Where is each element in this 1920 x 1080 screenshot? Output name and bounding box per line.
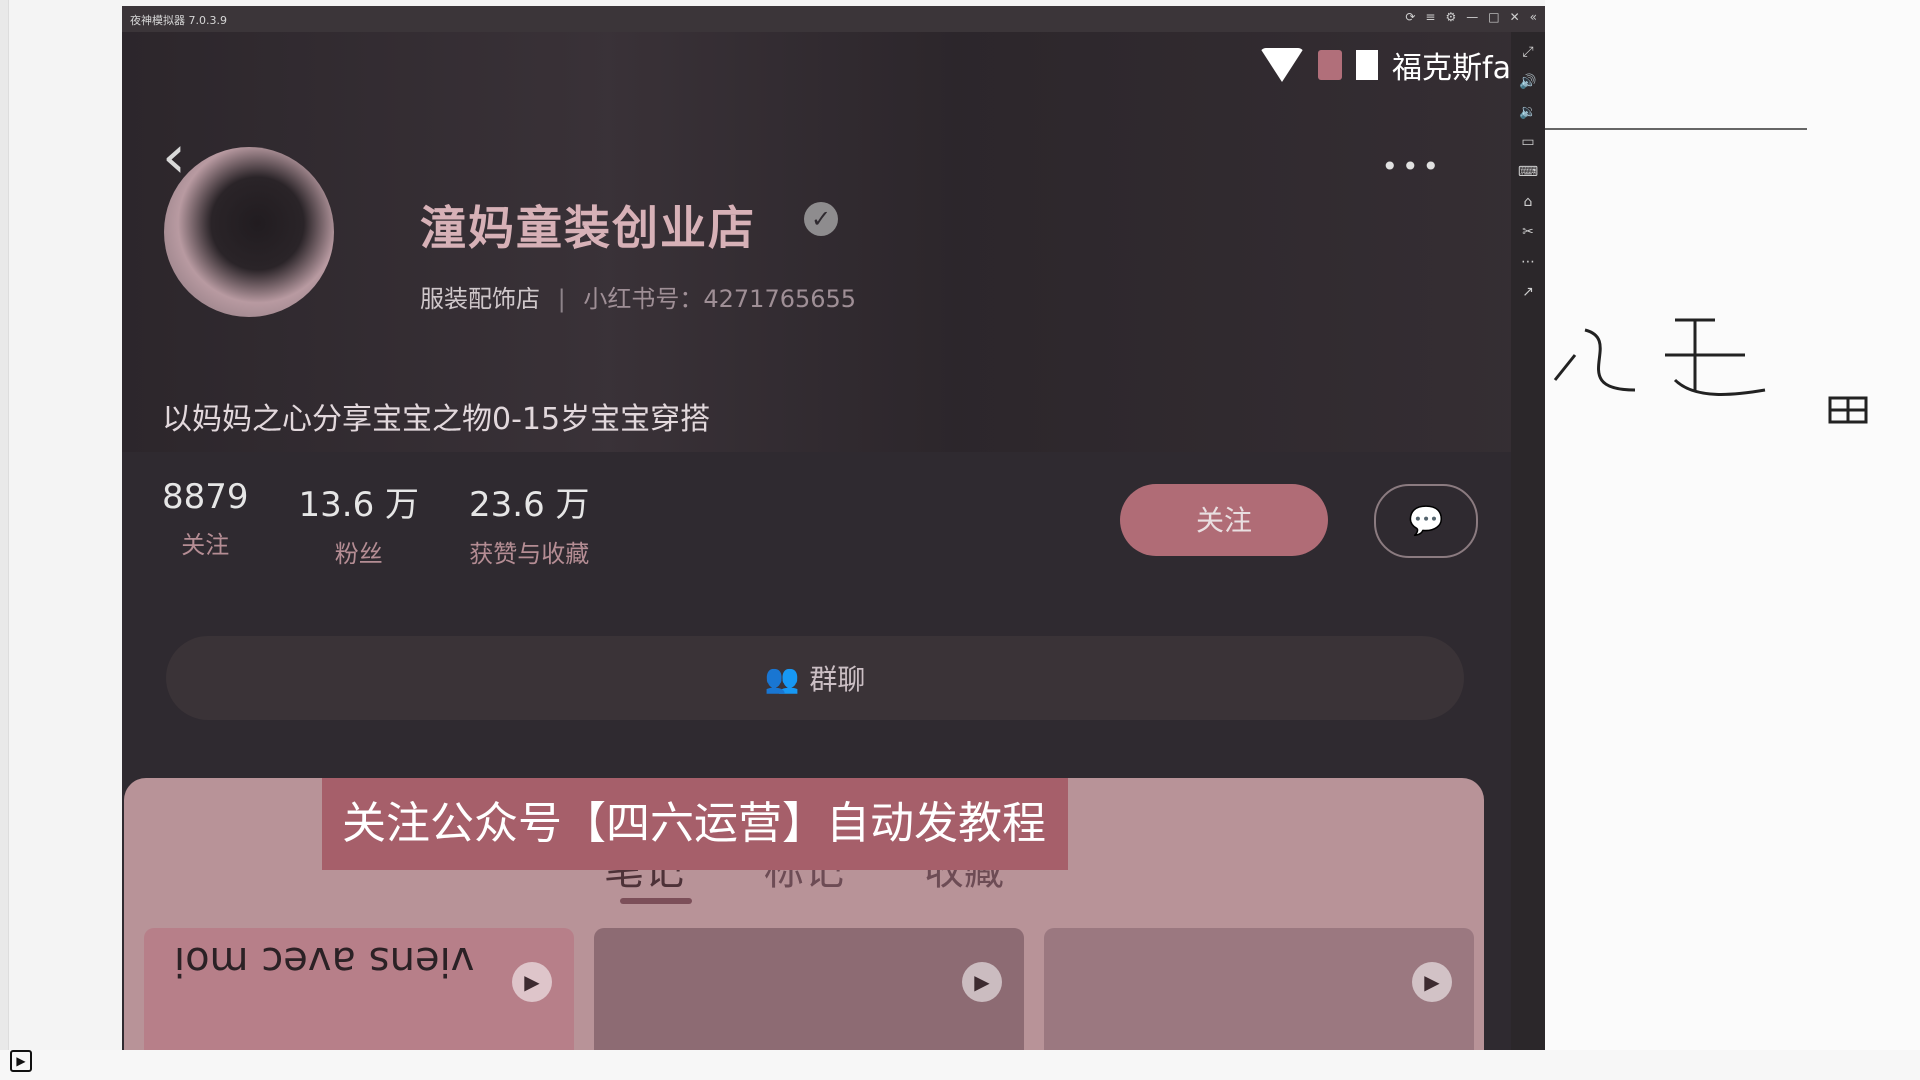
recording-icon[interactable]: ▶ [10,1050,32,1072]
shop-avatar[interactable] [164,147,334,317]
group-chat-label: 群聊 [809,663,866,696]
stat-followers[interactable]: 13.6 万 粉丝 [299,477,420,569]
play-icon: ▶ [1412,962,1452,1002]
stat-likes[interactable]: 23.6 万 获赞与收藏 [469,477,590,569]
volume-up-icon[interactable]: 🔊 [1519,74,1536,90]
settings-icon[interactable]: ⚙ [1445,10,1456,24]
xhs-id: 小红书号：4271765655 [583,285,857,313]
battery-icon [1356,50,1379,80]
meta-separator: | [557,285,566,313]
volume-down-icon[interactable]: 🔉 [1519,104,1536,120]
emulator-window: 夜神模拟器 7.0.3.9 ⟳ ≡ ⚙ — □ ✕ « 福克斯fa ‹ ••• … [122,6,1545,1050]
follow-button[interactable]: 关注 [1120,484,1328,556]
emulator-sidebar: ⤢ 🔊 🔉 ▭ ⌨ ⌂ ✂ ⋯ ↗ [1511,32,1545,1050]
refresh-icon[interactable]: ⟳ [1405,10,1415,24]
verified-badge-icon: ✓ [804,202,838,236]
profile-stats: 8879 关注 13.6 万 粉丝 23.6 万 获赞与收藏 [162,477,590,569]
status-overlay-text: 福克斯fa [1392,51,1511,86]
emulator-titlebar: 夜神模拟器 7.0.3.9 ⟳ ≡ ⚙ — □ ✕ « [122,6,1545,32]
group-chat-button[interactable]: 👥 群聊 [166,636,1464,720]
wifi-icon [1260,48,1305,82]
menu-icon[interactable]: ≡ [1425,10,1435,24]
stat-label: 关注 [181,531,230,559]
handwriting-doodle [1553,318,1766,396]
emulator-window-controls: ⟳ ≡ ⚙ — □ ✕ « [1405,10,1537,24]
stat-label: 获赞与收藏 [469,540,590,568]
whiteboard-line [1545,128,1807,130]
bottom-bar [0,1050,1920,1080]
more-options-icon[interactable]: ••• [1381,150,1443,183]
stat-value: 23.6 万 [469,485,590,525]
card-overlay-text: viens avec moi [174,938,475,984]
left-edge [0,0,9,1080]
shop-category: 服装配饰店 [420,285,540,313]
status-bar: 福克斯fa [1260,40,1511,90]
shop-name: 潼妈童装创业店 [420,201,756,255]
stat-value: 13.6 万 [298,485,420,525]
external-icon[interactable]: ↗ [1522,284,1534,300]
message-button[interactable]: 💬 [1374,484,1478,558]
expand-icon[interactable]: ⤢ [1522,44,1533,60]
more-icon[interactable]: ⋯ [1521,254,1535,270]
camera-icon[interactable]: ⌂ [1524,194,1533,210]
whiteboard-area [1545,0,1920,1050]
promo-banner: 关注公众号【四六运营】自动发教程 [322,778,1068,870]
tab-indicator [620,898,692,904]
minimize-icon[interactable]: — [1466,10,1478,24]
profile-bio: 以妈妈之心分享宝宝之物0-15岁宝宝穿搭 [162,402,711,437]
close-icon[interactable]: ✕ [1510,10,1520,24]
sim-icon [1318,50,1343,80]
android-screen: 福克斯fa ‹ ••• 潼妈童装创业店 ✓ 服装配饰店 | 小红书号：42717… [122,32,1511,1050]
note-card[interactable]: viens avec moi ▶ [144,928,574,1050]
maximize-icon[interactable]: □ [1488,10,1499,24]
shop-meta: 服装配饰店 | 小红书号：4271765655 [420,279,856,314]
stat-value: 8879 [162,477,249,517]
chat-bubble-icon: 💬 [1408,504,1444,537]
emulator-title: 夜神模拟器 7.0.3.9 [130,14,227,27]
play-icon: ▶ [512,962,552,1002]
play-icon: ▶ [962,962,1002,1002]
note-card[interactable]: ▶ [1044,928,1474,1050]
collapse-icon[interactable]: « [1530,10,1537,24]
notes-grid: viens avec moi ▶ ▶ ▶ [144,928,1474,1050]
handwriting-doodle-small [1828,396,1868,424]
scissors-icon[interactable]: ✂ [1522,224,1534,240]
stat-following[interactable]: 8879 关注 [162,477,249,569]
note-card[interactable]: ▶ [594,928,1024,1050]
screen-icon[interactable]: ▭ [1521,134,1534,150]
stat-label: 粉丝 [334,540,383,568]
keyboard-icon[interactable]: ⌨ [1518,164,1538,180]
group-icon: 👥 [764,661,800,695]
